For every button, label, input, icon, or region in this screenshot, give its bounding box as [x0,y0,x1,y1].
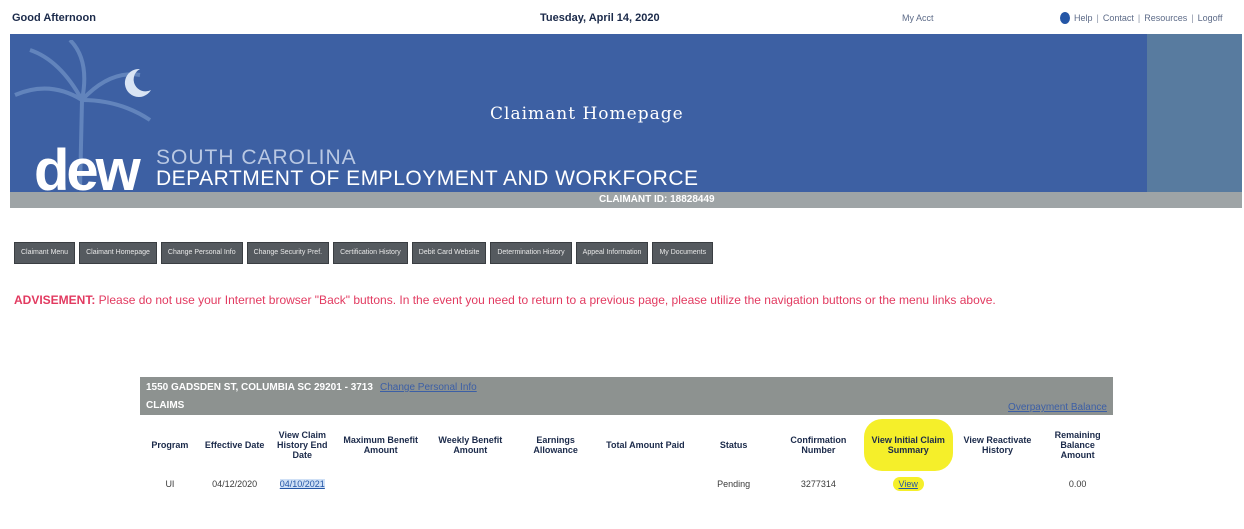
nav-appeal-information[interactable]: Appeal Information [575,242,649,264]
col-weekly-benefit: Weekly Benefit Amount [438,435,503,455]
nav-certification-history[interactable]: Certification History [333,242,408,264]
header-banner: Claimant Homepage dew SOUTH CAROLINA DEP… [10,34,1242,192]
col-end-date: View Claim History End Date [277,430,328,460]
col-initial-claim-summary: View Initial Claim Summary [863,419,953,471]
nav-claimant-menu[interactable]: Claimant Menu [14,242,76,264]
nav-change-security-pref[interactable]: Change Security Pref. [246,242,330,264]
advisement-text: Please do not use your Internet browser … [95,293,996,307]
crescent-moon-icon [124,68,151,97]
banner-photo [1147,34,1242,192]
table-header-row: Program Effective Date View Claim Histor… [140,419,1113,471]
my-account-link[interactable]: My Acct [902,13,934,23]
cell-program: UI [165,479,175,489]
col-program: Program [151,440,189,450]
view-claim-history-link[interactable]: 04/10/2021 [279,479,325,489]
nav-debit-card-website[interactable]: Debit Card Website [411,242,487,264]
claims-table: Program Effective Date View Claim Histor… [140,419,1113,497]
col-reactivate-history: View Reactivate History [963,435,1032,455]
cell-confirmation: 3277314 [800,479,836,489]
cell-effective-date: 04/12/2020 [212,479,258,489]
advisement-label: ADVISEMENT: [14,293,96,307]
col-effective-date: Effective Date [204,440,265,450]
top-links: Help | Contact | Resources | Logoff [1060,12,1222,24]
overpayment-balance-link[interactable]: Overpayment Balance [1008,402,1107,413]
resources-link[interactable]: Resources [1144,13,1187,23]
col-confirmation: Confirmation Number [790,435,847,455]
current-date: Tuesday, April 14, 2020 [540,12,660,24]
cell-remaining: 0.00 [1068,479,1087,489]
view-summary-link[interactable]: View [892,477,924,491]
logoff-link[interactable]: Logoff [1198,13,1223,23]
nav-change-personal-info[interactable]: Change Personal Info [160,242,243,264]
help-link[interactable]: Help [1074,13,1093,23]
department-name: DEPARTMENT OF EMPLOYMENT AND WORKFORCE [156,167,699,190]
cell-status: Pending [717,479,751,489]
col-total-paid: Total Amount Paid [606,440,685,450]
col-max-benefit: Maximum Benefit Amount [343,435,418,455]
col-status: Status [719,440,748,450]
help-icon[interactable] [1060,12,1070,24]
advisement-notice: ADVISEMENT: Please do not use your Inter… [14,292,1014,308]
claims-label: CLAIMS [146,400,185,411]
contact-link[interactable]: Contact [1103,13,1134,23]
claims-panel: 1550 GADSDEN ST, COLUMBIA SC 29201 - 371… [140,377,1113,507]
address-bar: 1550 GADSDEN ST, COLUMBIA SC 29201 - 371… [140,377,1113,415]
table-row: UI 04/12/2020 04/10/2021 Pending 3277314… [140,471,1113,497]
col-remaining-balance: Remaining Balance Amount [1054,430,1101,460]
col-earnings-allowance: Earnings Allowance [533,435,578,455]
claimant-address: 1550 GADSDEN ST, COLUMBIA SC 29201 - 371… [146,382,373,393]
nav-menu: Claimant Menu Claimant Homepage Change P… [14,242,714,264]
change-personal-info-link[interactable]: Change Personal Info [380,382,477,393]
top-bar: Good Afternoon Tuesday, April 14, 2020 M… [0,0,1244,34]
nav-claimant-homepage[interactable]: Claimant Homepage [79,242,157,264]
nav-determination-history[interactable]: Determination History [490,242,572,264]
claimant-id: CLAIMANT ID: 18828449 [599,194,715,205]
page-title: Claimant Homepage [490,104,684,124]
greeting: Good Afternoon [12,12,96,24]
dew-logo: dew [34,138,141,193]
nav-my-documents[interactable]: My Documents [652,242,714,264]
